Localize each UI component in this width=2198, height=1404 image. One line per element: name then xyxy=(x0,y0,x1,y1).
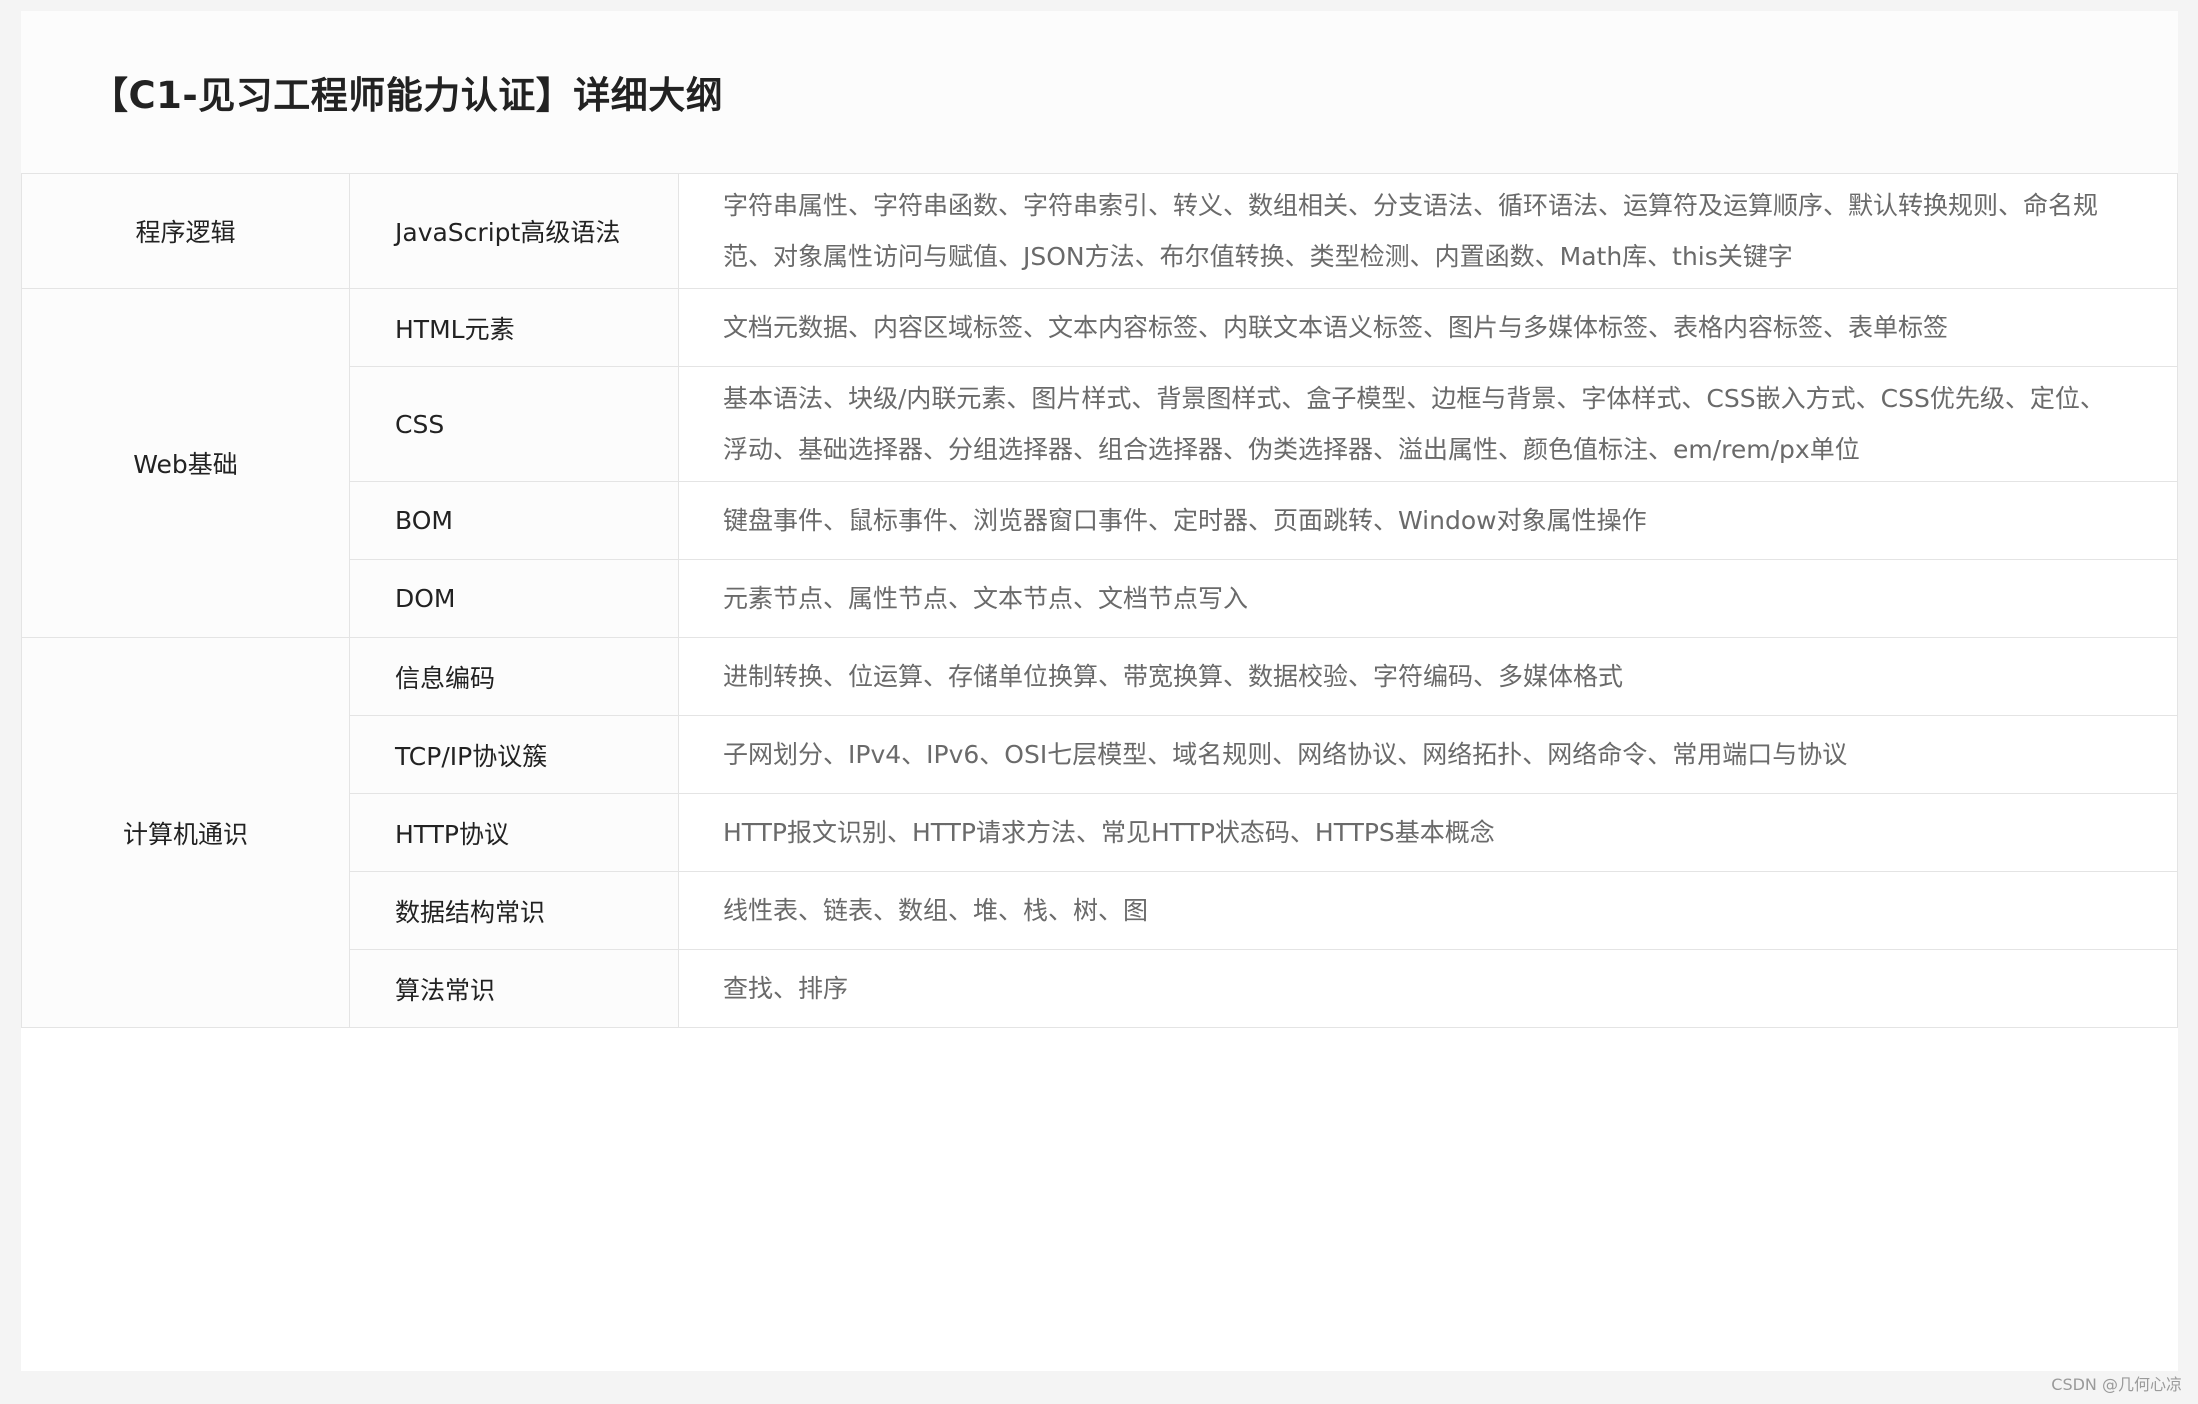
category-cell: 计算机通识 xyxy=(21,637,350,1028)
detail-cell: 进制转换、位运算、存储单位换算、带宽换算、数据校验、字符编码、多媒体格式 xyxy=(678,637,2178,716)
watermark: CSDN @几何心凉 xyxy=(2051,1375,2182,1394)
detail-cell: 线性表、链表、数组、堆、栈、树、图 xyxy=(678,871,2178,950)
topic-cell: TCP/IP协议簇 xyxy=(349,715,679,794)
topic-cell: 数据结构常识 xyxy=(349,871,679,950)
topic-cell: 算法常识 xyxy=(349,949,679,1028)
table-row: 计算机通识 信息编码 进制转换、位运算、存储单位换算、带宽换算、数据校验、字符编… xyxy=(21,637,2178,1028)
topic-cell: CSS xyxy=(349,366,679,482)
syllabus-card: 【C1-见习工程师能力认证】详细大纲 程序逻辑 JavaScript高级语法 字… xyxy=(21,11,2178,1371)
topic-cell: HTTP协议 xyxy=(349,793,679,872)
topic-cell: HTML元素 xyxy=(349,288,679,367)
topic-cell: DOM xyxy=(349,559,679,638)
detail-cell: HTTP报文识别、HTTP请求方法、常见HTTP状态码、HTTPS基本概念 xyxy=(678,793,2178,872)
table-row: 程序逻辑 JavaScript高级语法 字符串属性、字符串函数、字符串索引、转义… xyxy=(21,173,2178,289)
topic-cell: 信息编码 xyxy=(349,637,679,716)
detail-cell: 键盘事件、鼠标事件、浏览器窗口事件、定时器、页面跳转、Window对象属性操作 xyxy=(678,481,2178,560)
detail-cell: 基本语法、块级/内联元素、图片样式、背景图样式、盒子模型、边框与背景、字体样式、… xyxy=(678,366,2178,482)
topic-cell: JavaScript高级语法 xyxy=(349,173,679,289)
page-title: 【C1-见习工程师能力认证】详细大纲 xyxy=(91,74,724,117)
detail-cell: 元素节点、属性节点、文本节点、文档节点写入 xyxy=(678,559,2178,638)
topic-cell: BOM xyxy=(349,481,679,560)
syllabus-header: 【C1-见习工程师能力认证】详细大纲 xyxy=(21,11,2178,173)
category-cell: Web基础 xyxy=(21,288,350,638)
detail-cell: 字符串属性、字符串函数、字符串索引、转义、数组相关、分支语法、循环语法、运算符及… xyxy=(678,173,2178,289)
category-cell: 程序逻辑 xyxy=(21,173,350,289)
detail-cell: 子网划分、IPv4、IPv6、OSI七层模型、域名规则、网络协议、网络拓扑、网络… xyxy=(678,715,2178,794)
syllabus-table: 程序逻辑 JavaScript高级语法 字符串属性、字符串函数、字符串索引、转义… xyxy=(21,173,2178,1028)
table-row: Web基础 HTML元素 文档元数据、内容区域标签、文本内容标签、内联文本语义标… xyxy=(21,288,2178,638)
detail-cell: 查找、排序 xyxy=(678,949,2178,1028)
detail-cell: 文档元数据、内容区域标签、文本内容标签、内联文本语义标签、图片与多媒体标签、表格… xyxy=(678,288,2178,367)
